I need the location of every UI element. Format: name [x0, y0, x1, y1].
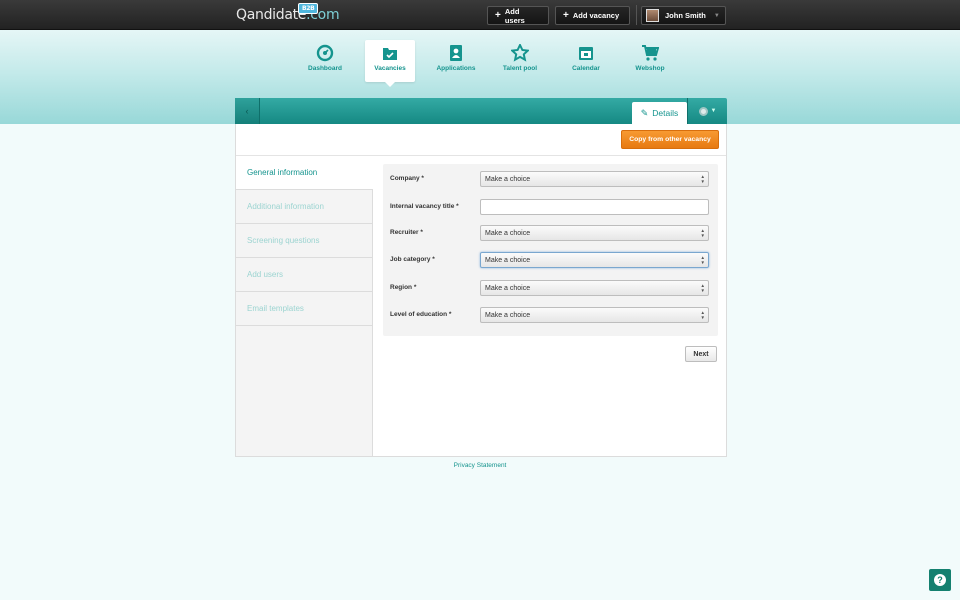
chevron-left-icon: ‹ [245, 106, 249, 116]
recruiter-select-value: Make a choice [485, 229, 531, 237]
nav-label: Webshop [635, 65, 665, 72]
brand-name: Qandidate [236, 7, 307, 23]
company-label: Company * [390, 175, 424, 182]
job-category-select[interactable]: Make a choice ▲ ▼ [480, 252, 709, 268]
general-information-form: Company * Make a choice ▲ ▼ Internal vaca… [383, 164, 718, 336]
add-users-button[interactable]: + Add users [487, 6, 549, 25]
privacy-statement-link[interactable]: Privacy Statement [454, 462, 507, 469]
panel-header: ‹ ✎ Details ▼ [235, 98, 727, 124]
settings-menu-button[interactable]: ▼ [687, 98, 727, 124]
applications-icon [450, 45, 462, 61]
select-arrows-icon: ▲ ▼ [700, 310, 705, 320]
select-arrows-icon: ▲ ▼ [700, 255, 705, 265]
calendar-icon [579, 47, 593, 60]
form-row-recruiter: Recruiter * Make a choice ▲ ▼ [383, 225, 718, 241]
nav-item-applications[interactable]: Applications [431, 40, 481, 82]
gear-icon [698, 106, 708, 116]
vacancies-icon [383, 48, 397, 60]
add-vacancy-label: Add vacancy [572, 11, 620, 20]
job-category-select-value: Make a choice [485, 256, 531, 264]
plus-icon: + [563, 9, 569, 21]
brand-badge: B2B [298, 3, 319, 14]
vacancy-form-panel: Copy from other vacancy General informat… [235, 124, 727, 457]
level-of-education-label: Level of education * [390, 311, 452, 318]
form-row-region: Region * Make a choice ▲ ▼ [383, 280, 718, 296]
section-screening-questions[interactable]: Screening questions [236, 224, 372, 258]
company-select-value: Make a choice [485, 175, 531, 183]
back-button[interactable]: ‹ [235, 98, 260, 124]
plus-icon: + [495, 9, 501, 21]
nav-item-dashboard[interactable]: Dashboard [300, 40, 350, 82]
form-row-internal-vacancy-title: Internal vacancy title * [383, 199, 718, 215]
nav-item-calendar[interactable]: Calendar [561, 40, 611, 82]
recruiter-label: Recruiter * [390, 229, 423, 236]
region-select[interactable]: Make a choice ▲ ▼ [480, 280, 709, 296]
webshop-icon [642, 45, 659, 61]
user-menu-button[interactable]: John Smith ▼ [641, 6, 726, 25]
top-bar: Qandidate.com B2B + Add users + Add vaca… [0, 0, 960, 30]
section-additional-information[interactable]: Additional information [236, 190, 372, 224]
recruiter-select[interactable]: Make a choice ▲ ▼ [480, 225, 709, 241]
next-button[interactable]: Next [685, 346, 717, 362]
company-select[interactable]: Make a choice ▲ ▼ [480, 171, 709, 187]
avatar [646, 9, 659, 22]
job-category-label: Job category * [390, 256, 435, 263]
nav-item-talent-pool[interactable]: Talent pool [495, 40, 545, 82]
section-add-users[interactable]: Add users [236, 258, 372, 292]
copy-from-other-vacancy-button[interactable]: Copy from other vacancy [621, 130, 719, 149]
footer: Privacy Statement [0, 462, 960, 469]
section-email-templates[interactable]: Email templates [236, 292, 372, 326]
chevron-down-icon: ▼ [713, 12, 720, 19]
region-select-value: Make a choice [485, 284, 531, 292]
form-row-job-category: Job category * Make a choice ▲ ▼ [383, 252, 718, 268]
brand-logo[interactable]: Qandidate.com B2B [236, 3, 340, 23]
nav-item-webshop[interactable]: Webshop [625, 40, 675, 82]
add-vacancy-button[interactable]: + Add vacancy [555, 6, 630, 25]
help-icon: ? [934, 574, 946, 586]
help-button[interactable]: ? [929, 569, 951, 591]
form-row-level-of-education: Level of education * Make a choice ▲ ▼ [383, 307, 718, 323]
nav-item-vacancies[interactable]: Vacancies [365, 40, 415, 87]
tab-details-label: Details [652, 108, 679, 118]
section-general-information[interactable]: General information [236, 156, 373, 190]
region-label: Region * [390, 284, 417, 291]
internal-vacancy-title-label: Internal vacancy title * [390, 203, 459, 210]
talent-pool-icon [511, 44, 529, 62]
tab-details[interactable]: ✎ Details [632, 102, 687, 124]
pencil-icon: ✎ [640, 107, 649, 118]
internal-vacancy-title-input[interactable] [480, 199, 709, 215]
select-arrows-icon: ▲ ▼ [700, 174, 705, 184]
user-name: John Smith [665, 11, 706, 20]
select-arrows-icon: ▲ ▼ [700, 283, 705, 293]
topbar-divider [636, 5, 637, 25]
level-of-education-select[interactable]: Make a choice ▲ ▼ [480, 307, 709, 323]
form-section-nav: General information Additional informati… [236, 156, 373, 456]
dashboard-icon [316, 44, 334, 62]
level-of-education-select-value: Make a choice [485, 311, 531, 319]
select-arrows-icon: ▲ ▼ [700, 228, 705, 238]
add-users-label: Add users [504, 6, 525, 25]
chevron-down-icon: ▼ [710, 108, 717, 114]
form-row-company: Company * Make a choice ▲ ▼ [383, 171, 718, 187]
